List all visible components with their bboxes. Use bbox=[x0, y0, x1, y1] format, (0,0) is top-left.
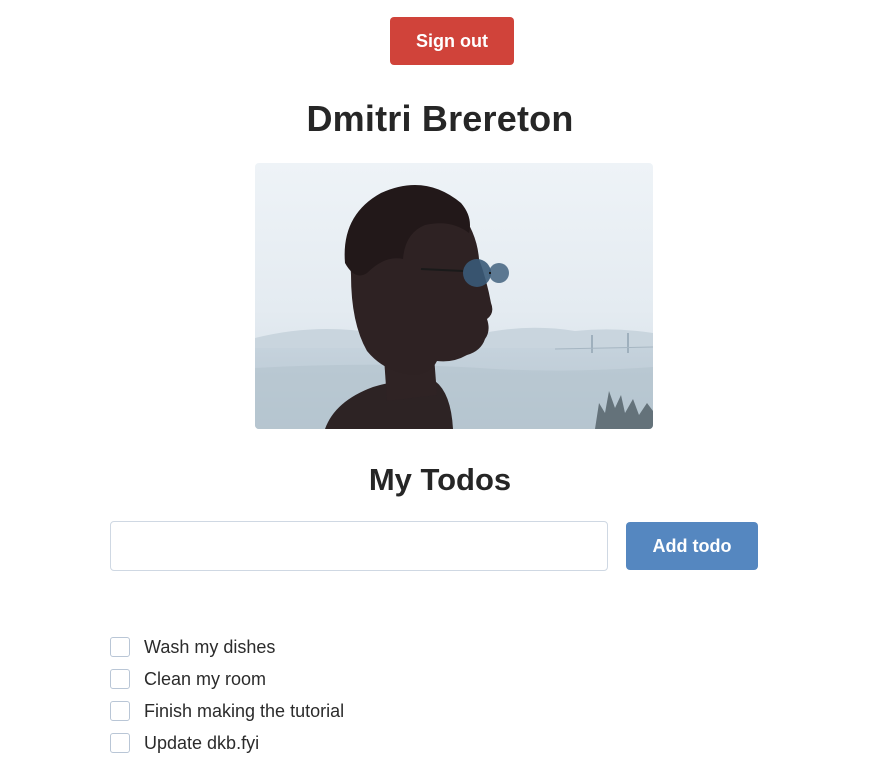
add-todo-button[interactable]: Add todo bbox=[626, 522, 758, 570]
todos-heading: My Todos bbox=[368, 462, 512, 497]
todo-item: Clean my room bbox=[110, 663, 344, 695]
todo-item: Wash my dishes bbox=[110, 631, 344, 663]
profile-photo bbox=[255, 163, 653, 429]
todo-checkbox[interactable] bbox=[110, 701, 130, 721]
user-name: Dmitri Brereton bbox=[306, 98, 574, 139]
todo-item: Finish making the tutorial bbox=[110, 695, 344, 727]
sign-out-button[interactable]: Sign out bbox=[390, 17, 514, 65]
todo-checkbox[interactable] bbox=[110, 669, 130, 689]
todo-label: Clean my room bbox=[144, 668, 267, 689]
todo-label: Update dkb.fyi bbox=[144, 732, 260, 753]
todo-list: Wash my dishes Clean my room Finish maki… bbox=[110, 631, 344, 759]
todo-checkbox[interactable] bbox=[110, 637, 130, 657]
todo-label: Wash my dishes bbox=[144, 636, 276, 657]
new-todo-input[interactable] bbox=[110, 521, 608, 571]
todo-checkbox[interactable] bbox=[110, 733, 130, 753]
todo-item: Update dkb.fyi bbox=[110, 727, 344, 759]
todo-label: Finish making the tutorial bbox=[144, 700, 345, 721]
profile-page: Sign out Dmitri Brereton My Todos Add to… bbox=[0, 0, 880, 770]
